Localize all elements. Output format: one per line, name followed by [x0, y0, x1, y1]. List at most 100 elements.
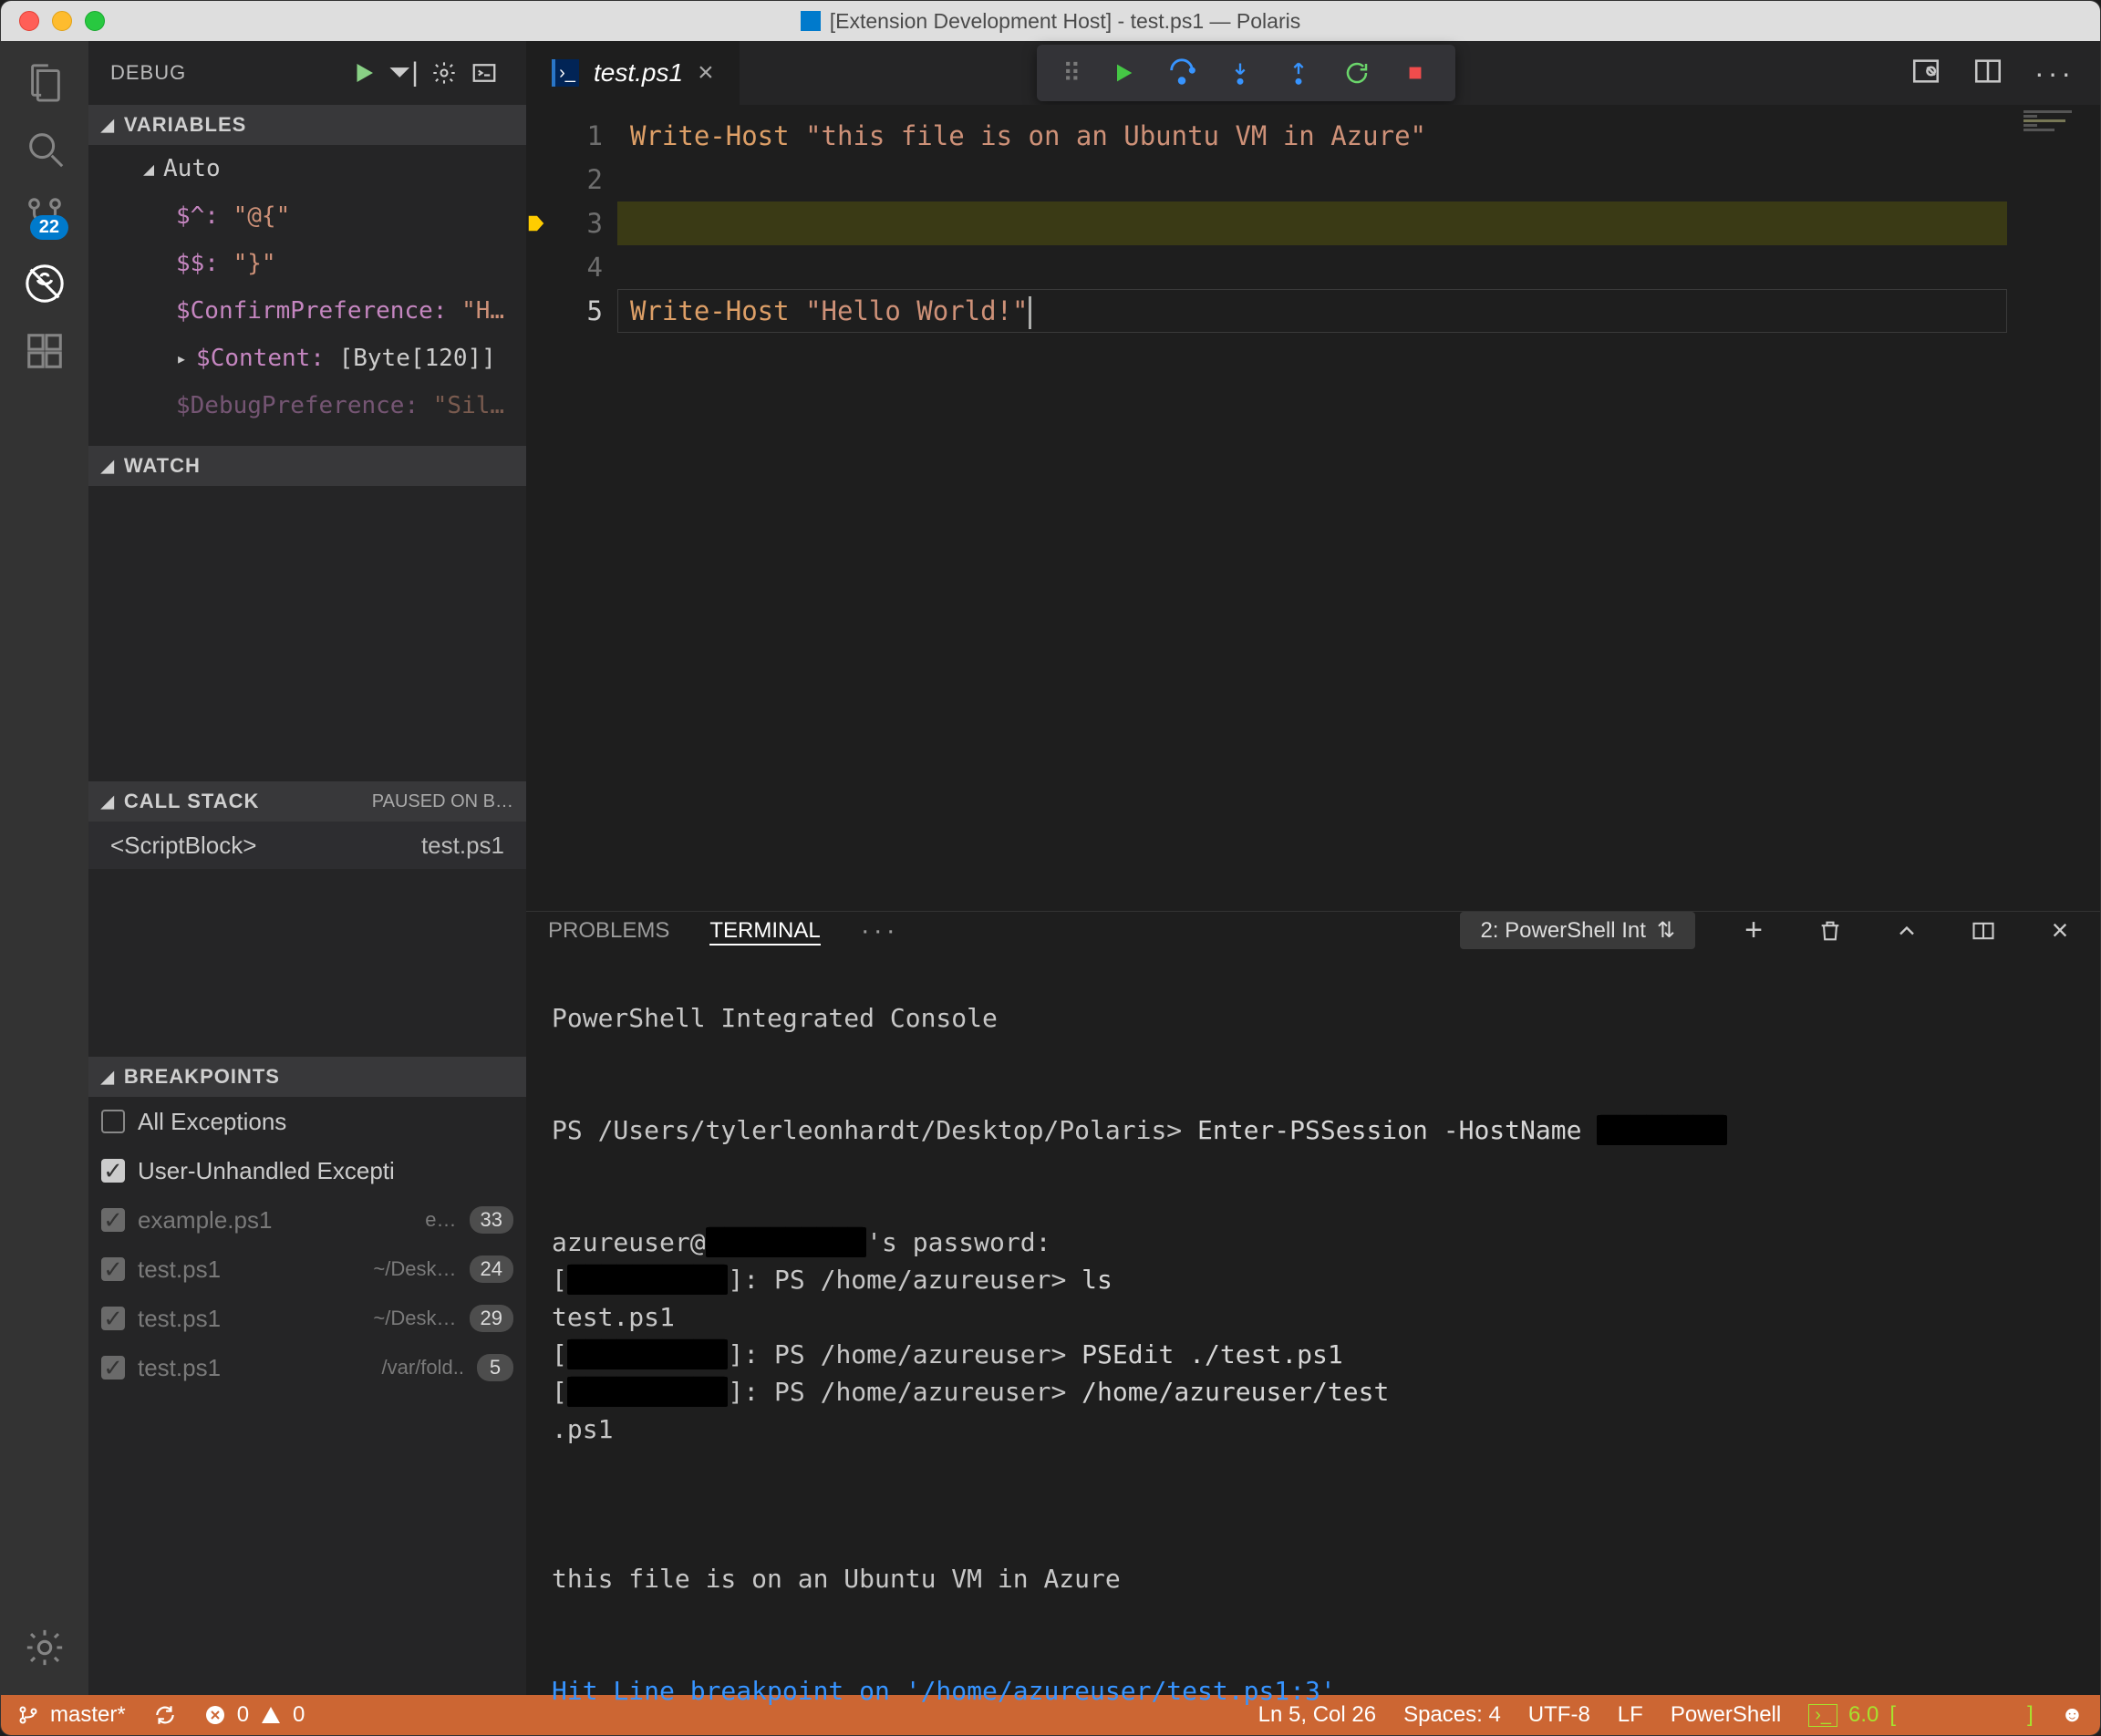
breakpoint-row[interactable]: ✓test.ps1~/Desk…29 — [88, 1294, 526, 1343]
search-icon[interactable] — [19, 123, 70, 174]
explorer-icon[interactable] — [19, 56, 70, 107]
scm-badge: 22 — [30, 215, 68, 240]
watch-section-header[interactable]: ◢ WATCH — [88, 446, 526, 486]
terminal-content[interactable]: PowerShell Integrated Console PS /Users/… — [526, 949, 2100, 1736]
breakpoint-line-badge: 33 — [470, 1206, 513, 1234]
watch-section-title: WATCH — [124, 454, 201, 478]
redacted-text: ██████████ — [567, 1339, 729, 1369]
window-title: [Extension Development Host] - test.ps1 … — [1, 9, 2100, 34]
start-debug-button[interactable] — [344, 53, 384, 93]
drag-handle-icon[interactable]: ⠿ — [1051, 58, 1091, 88]
debug-settings-icon[interactable] — [424, 53, 464, 93]
chevron-down-icon: ◢ — [143, 158, 154, 180]
breakpoint-label: All Exceptions — [138, 1108, 513, 1136]
variables-section-header[interactable]: ◢ VARIABLES — [88, 105, 526, 145]
debug-toolbar[interactable]: ⠿ — [1037, 45, 1455, 101]
variable-row[interactable]: $ConfirmPreference: "H… — [88, 287, 526, 335]
editor-group: ›_ test.ps1 × ··· ⠿ — [526, 41, 2100, 1695]
chevron-right-icon: ▸ — [176, 347, 187, 369]
frame-file: test.ps1 — [421, 832, 504, 860]
step-into-button[interactable] — [1215, 51, 1266, 95]
split-terminal-button[interactable] — [1965, 913, 2002, 949]
variable-scope-auto[interactable]: ◢ Auto — [88, 145, 526, 192]
terminal-tab[interactable]: TERMINAL — [709, 916, 820, 946]
breakpoint-label: test.ps1 — [138, 1354, 369, 1382]
stop-button[interactable] — [1390, 51, 1441, 95]
step-over-button[interactable] — [1156, 51, 1207, 95]
breakpoint-row[interactable]: ✓test.ps1~/Desk…24 — [88, 1245, 526, 1294]
problems-status[interactable]: 0 0 — [204, 1702, 305, 1728]
sidebar-title: DEBUG — [110, 61, 186, 85]
checkbox[interactable]: ✓ — [101, 1257, 125, 1281]
kill-terminal-button[interactable] — [1812, 913, 1848, 949]
variable-row[interactable]: $DebugPreference: "Sil… — [88, 382, 526, 429]
maximize-panel-button[interactable] — [1889, 913, 1925, 949]
breakpoint-path: e… — [425, 1208, 456, 1232]
checkbox[interactable]: ✓ — [101, 1208, 125, 1232]
bottom-panel: PROBLEMS TERMINAL ··· 2: PowerShell Int⇅… — [526, 911, 2100, 1695]
chevron-down-icon: ◢ — [101, 1068, 115, 1087]
panel-overflow-icon[interactable]: ··· — [861, 915, 899, 946]
checkbox[interactable]: ✓ — [101, 1159, 125, 1183]
callstack-frame[interactable]: <ScriptBlock> test.ps1 — [88, 822, 526, 869]
scope-label: Auto — [163, 155, 221, 182]
tab-label: test.ps1 — [594, 58, 683, 88]
panel-tab-bar: PROBLEMS TERMINAL ··· 2: PowerShell Int⇅… — [526, 912, 2100, 949]
terminal-selector[interactable]: 2: PowerShell Int⇅ — [1460, 912, 1695, 949]
variable-row[interactable]: $^: "@{" — [88, 192, 526, 240]
text-cursor — [1029, 296, 1031, 329]
breakpoint-label: example.ps1 — [138, 1206, 412, 1235]
titlebar: [Extension Development Host] - test.ps1 … — [1, 1, 2100, 41]
breakpoint-row[interactable]: All Exceptions — [88, 1097, 526, 1146]
callstack-section-body: <ScriptBlock> test.ps1 — [88, 822, 526, 1057]
more-actions-icon[interactable]: ··· — [2034, 57, 2075, 90]
editor-content[interactable]: Write-Host "this file is on an Ubuntu VM… — [617, 105, 2016, 911]
variable-row[interactable]: $$: "}" — [88, 240, 526, 287]
variables-section-title: VARIABLES — [124, 113, 247, 137]
checkbox[interactable]: ✓ — [101, 1307, 125, 1330]
close-tab-button[interactable]: × — [698, 57, 714, 88]
sync-status[interactable] — [153, 1703, 177, 1727]
close-panel-button[interactable]: × — [2042, 913, 2078, 949]
compare-changes-icon[interactable] — [1910, 56, 1941, 91]
callstack-section-header[interactable]: ◢ CALL STACK PAUSED ON B… — [88, 781, 526, 822]
checkbox[interactable]: ✓ — [101, 1356, 125, 1380]
new-terminal-button[interactable]: + — [1735, 913, 1772, 949]
line-number-gutter: 1 2 3 4 5 — [552, 105, 617, 911]
window-title-text: [Extension Development Host] - test.ps1 … — [830, 9, 1300, 34]
problems-tab[interactable]: PROBLEMS — [548, 918, 669, 944]
minimap[interactable] — [2016, 105, 2100, 911]
breakpoint-row[interactable]: ✓ example.ps1 e… 33 — [88, 1195, 526, 1245]
frame-name: <ScriptBlock> — [110, 832, 256, 860]
debug-console-icon[interactable] — [464, 53, 504, 93]
sidebar-header: DEBUG ⏷| — [88, 41, 526, 105]
editor-tab[interactable]: ›_ test.ps1 × — [526, 41, 740, 105]
redacted-text: ██████████ — [567, 1265, 729, 1295]
breakpoint-label: User-Unhandled Excepti — [138, 1157, 513, 1185]
powershell-file-icon: ›_ — [552, 59, 579, 87]
debug-icon[interactable] — [19, 258, 70, 309]
breakpoint-path: /var/fold.. — [382, 1356, 464, 1380]
breakpoints-section-header[interactable]: ◢ BREAKPOINTS — [88, 1057, 526, 1097]
debug-config-dropdown[interactable]: ⏷| — [384, 53, 424, 93]
checkbox[interactable] — [101, 1110, 125, 1133]
continue-button[interactable] — [1098, 51, 1149, 95]
redacted-text: ██████████ — [567, 1377, 729, 1407]
breakpoint-row[interactable]: ✓test.ps1/var/fold..5 — [88, 1343, 526, 1392]
breakpoint-row[interactable]: ✓ User-Unhandled Excepti — [88, 1146, 526, 1195]
extensions-icon[interactable] — [19, 326, 70, 377]
git-branch-status[interactable]: master* — [17, 1702, 126, 1728]
breakpoint-label: test.ps1 — [138, 1256, 360, 1284]
step-out-button[interactable] — [1273, 51, 1324, 95]
settings-gear-icon[interactable] — [19, 1622, 70, 1673]
variables-section-body: ◢ Auto $^: "@{" $$: "}" $ConfirmPreferen… — [88, 145, 526, 446]
breakpoint-path: ~/Desk… — [373, 1257, 456, 1281]
restart-button[interactable] — [1331, 51, 1382, 95]
variable-row[interactable]: ▸ $Content: [Byte[120]] — [88, 335, 526, 382]
chevron-updown-icon: ⇅ — [1657, 917, 1675, 944]
activity-bar: 22 — [1, 41, 88, 1695]
code-editor[interactable]: 1 2 3 4 5 Write-Host "this file is on an… — [526, 105, 2100, 911]
split-editor-icon[interactable] — [1972, 56, 2003, 91]
chevron-down-icon: ◢ — [101, 792, 115, 811]
source-control-icon[interactable]: 22 — [19, 191, 70, 242]
